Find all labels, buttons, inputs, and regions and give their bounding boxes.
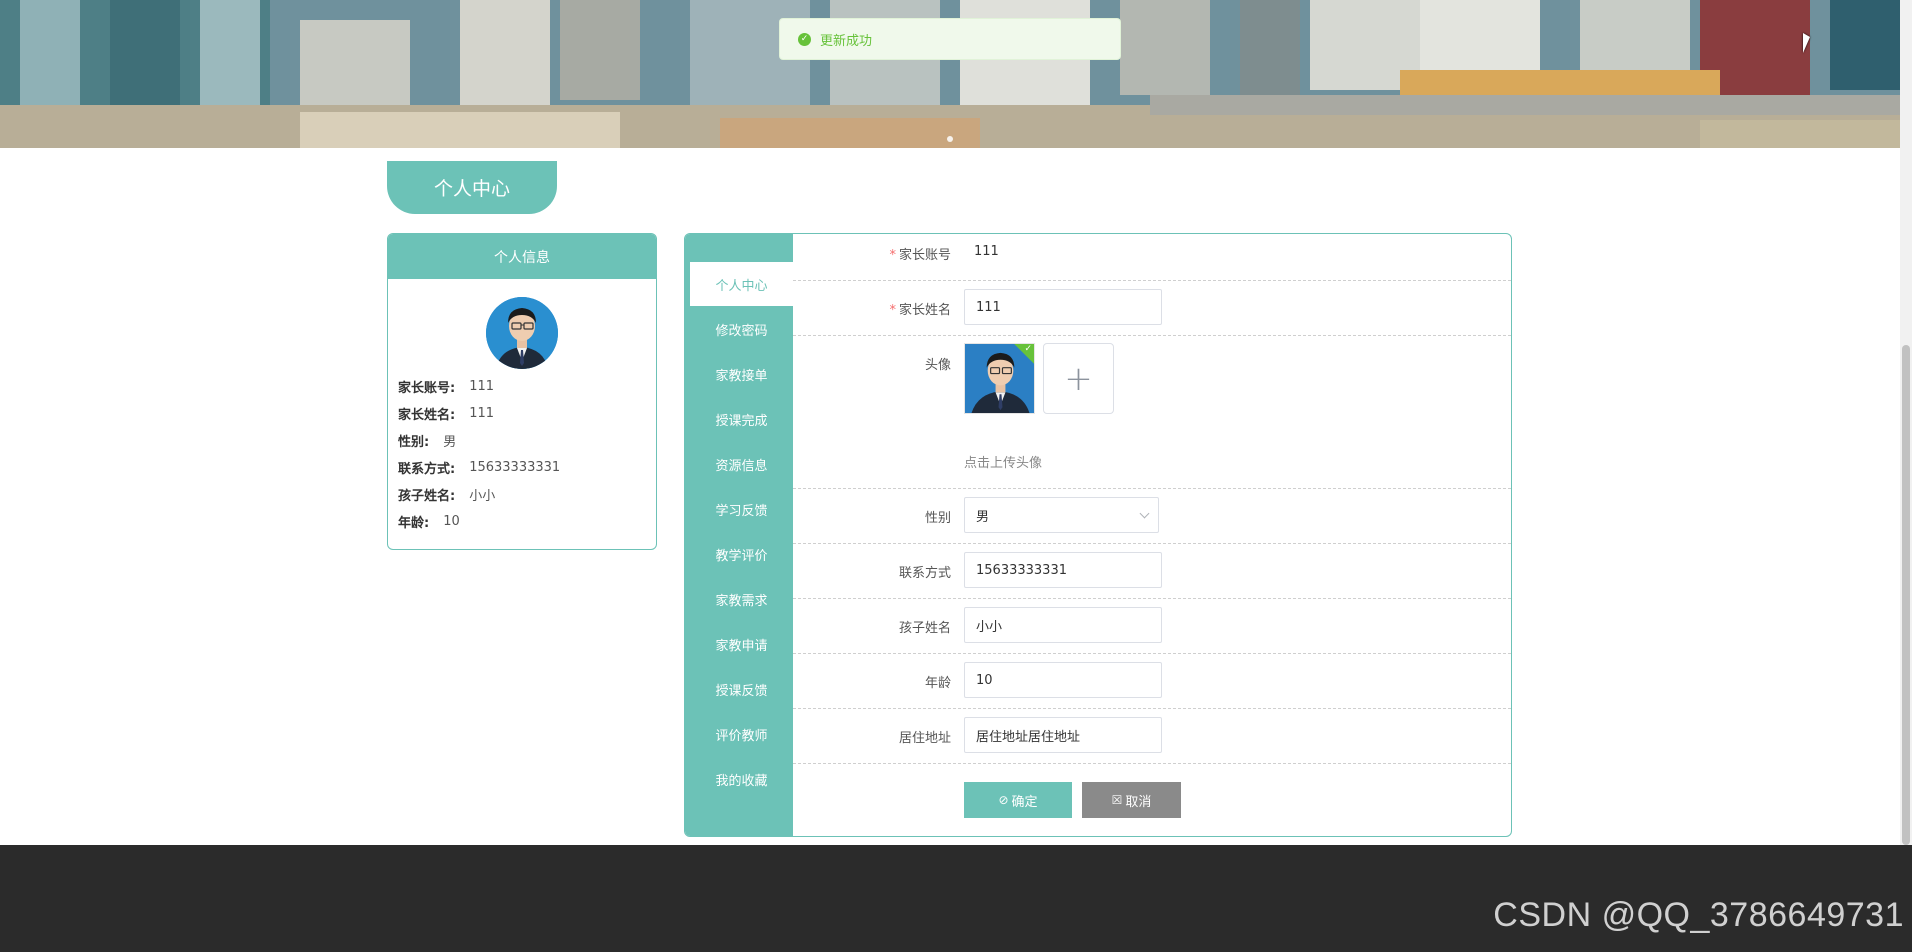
form-row-phone: 联系方式 15633333331 [793, 543, 1511, 599]
menu-item-teaching-evaluation[interactable]: 教学评价 [690, 532, 793, 576]
name-label: * 家长姓名 [889, 303, 951, 318]
info-row-age: 年龄: 10 [398, 514, 460, 531]
cancel-button[interactable]: ☒ 取消 [1082, 782, 1181, 818]
form-row-gender: 性别 男 [793, 488, 1511, 544]
scrollbar-thumb[interactable] [1902, 345, 1910, 845]
plus-icon: + [1064, 358, 1093, 399]
check-circle-icon: ⊘ [998, 793, 1009, 807]
avatar [486, 297, 558, 369]
menu-item-favorites[interactable]: 我的收藏 [690, 757, 793, 801]
menu-item-personal-center[interactable]: 个人中心 [690, 262, 793, 306]
avatar-upload-button[interactable]: + [1043, 343, 1114, 414]
confirm-button[interactable]: ⊘ 确定 [964, 782, 1072, 818]
menu-item-lesson-complete[interactable]: 授课完成 [690, 397, 793, 441]
form-row-child-name: 孩子姓名 小小 [793, 598, 1511, 654]
phone-label: 联系方式 [898, 566, 951, 581]
upload-success-icon [1014, 344, 1034, 364]
gender-select[interactable]: 男 [964, 497, 1159, 533]
header-banner: ✓ 更新成功 [0, 0, 1900, 148]
info-card-header: 个人信息 [388, 234, 656, 279]
form-row-name: * 家长姓名 111 [793, 280, 1511, 336]
watermark-text: CSDN @QQ_3786649731 [1493, 896, 1904, 934]
info-row-child-name: 孩子姓名: 小小 [398, 489, 496, 504]
upload-hint: 点击上传头像 [964, 456, 1043, 471]
gender-label: 性别 [924, 511, 951, 526]
avatar-thumbnail[interactable]: ✓ [964, 343, 1035, 414]
age-input[interactable]: 10 [964, 662, 1162, 698]
avatar-label: 头像 [924, 358, 951, 373]
account-value: 111 [974, 244, 999, 259]
menu-item-resources[interactable]: 资源信息 [690, 442, 793, 486]
info-row-phone: 联系方式: 15633333331 [398, 460, 561, 477]
name-input[interactable]: 111 [964, 289, 1162, 325]
carousel-indicator[interactable] [947, 136, 953, 142]
menu-item-change-password[interactable]: 修改密码 [690, 307, 793, 351]
phone-input[interactable]: 15633333331 [964, 552, 1162, 588]
menu-item-tutor-application[interactable]: 家教申请 [690, 622, 793, 666]
child-name-label: 孩子姓名 [898, 621, 951, 636]
toast-message: 更新成功 [820, 33, 873, 49]
mouse-cursor-icon [1803, 33, 1810, 53]
profile-info-card: 个人信息 家长账号: 111 家长姓名: 111 性别: 男 联系方式: 1563333… [387, 233, 657, 550]
address-input[interactable]: 居住地址居住地址 [964, 717, 1162, 753]
child-name-input[interactable]: 小小 [964, 607, 1162, 643]
info-row-gender: 性别: 男 [398, 435, 457, 450]
info-row-name: 家长姓名: 111 [398, 406, 495, 423]
form-row-age: 年龄 10 [793, 653, 1511, 709]
page-scrollbar[interactable] [1900, 0, 1912, 845]
address-label: 居住地址 [898, 731, 951, 746]
close-square-icon: ☒ [1111, 793, 1123, 807]
form-row-account: * 家长账号 111 [793, 234, 1511, 281]
menu-item-learning-feedback[interactable]: 学习反馈 [690, 487, 793, 531]
age-label: 年龄 [924, 676, 951, 691]
check-circle-icon: ✓ [798, 32, 811, 46]
info-list: 家长账号: 111 家长姓名: 111 性别: 男 联系方式: 15633333331 … [398, 373, 560, 535]
account-label: * 家长账号 [889, 248, 951, 263]
form-row-address: 居住地址 居住地址居住地址 [793, 708, 1511, 764]
gender-selected-value: 男 [976, 509, 990, 525]
info-row-account: 家长账号: 111 [398, 379, 495, 396]
page-title: 个人中心 [387, 161, 557, 214]
menu-item-tutor-needs[interactable]: 家教需求 [690, 577, 793, 621]
success-toast: ✓ 更新成功 [779, 18, 1121, 60]
profile-edit-panel: 个人中心 修改密码 家教接单 授课完成 资源信息 学习反馈 教学评价 家教需求 … [684, 233, 1512, 837]
menu-item-lesson-feedback[interactable]: 授课反馈 [690, 667, 793, 711]
chevron-down-icon [1139, 508, 1150, 518]
menu-item-tutor-orders[interactable]: 家教接单 [690, 352, 793, 396]
side-menu: 个人中心 修改密码 家教接单 授课完成 资源信息 学习反馈 教学评价 家教需求 … [685, 234, 793, 836]
menu-item-rate-teacher[interactable]: 评价教师 [690, 712, 793, 756]
